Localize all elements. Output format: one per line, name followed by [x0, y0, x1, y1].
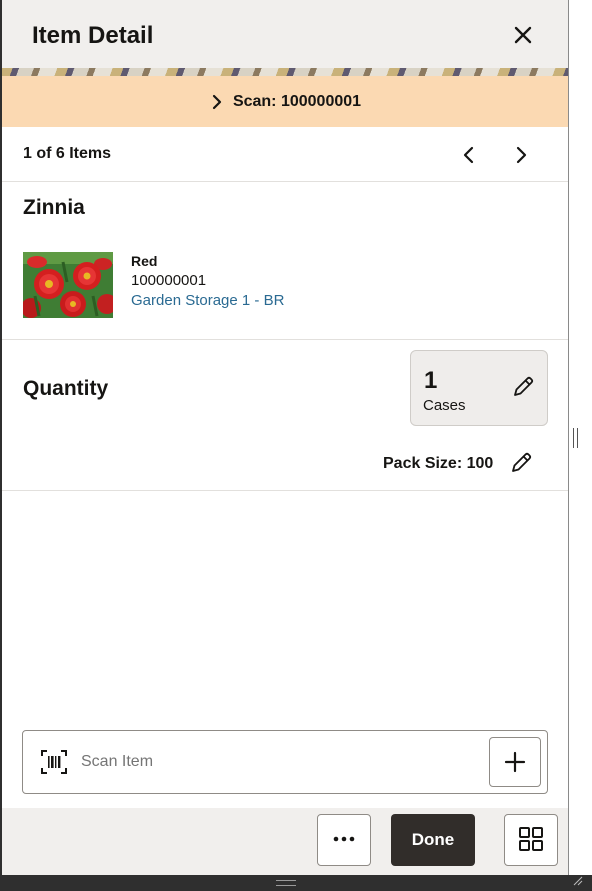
- done-button[interactable]: Done: [391, 814, 475, 866]
- item-variant: Red: [131, 253, 158, 269]
- item-name: Zinnia: [23, 196, 85, 219]
- quantity-value: 1: [424, 367, 438, 394]
- barcode-scan-icon: [41, 750, 67, 774]
- close-button[interactable]: [508, 20, 538, 50]
- pencil-icon: [512, 452, 532, 472]
- page-title: Item Detail: [32, 22, 154, 49]
- add-item-button[interactable]: [489, 737, 541, 787]
- quantity-edit-button[interactable]: 1 Cases: [410, 350, 548, 426]
- scan-item-input[interactable]: [81, 750, 461, 774]
- chevron-right-icon: [516, 146, 527, 164]
- header-pattern: [2, 68, 568, 76]
- splitter-handle[interactable]: [573, 428, 578, 448]
- more-actions-button[interactable]: [317, 814, 371, 866]
- item-count: 1 of 6 Items: [23, 145, 112, 162]
- previous-item-button[interactable]: [456, 142, 482, 168]
- item-navigation: 1 of 6 Items: [2, 127, 568, 182]
- resize-corner-icon[interactable]: [571, 874, 583, 886]
- flower-image: [23, 252, 113, 318]
- chevron-right-icon: [212, 94, 222, 109]
- divider: [2, 490, 568, 491]
- quantity-unit: Cases: [423, 397, 466, 414]
- scan-item-field: [22, 730, 548, 794]
- scan-banner-label: Scan: 100000001: [232, 92, 362, 110]
- footer-toolbar: Done: [2, 808, 568, 875]
- chevron-left-icon: [463, 146, 474, 164]
- pencil-icon: [514, 376, 534, 396]
- quantity-label: Quantity: [23, 377, 109, 400]
- pack-size-edit-button[interactable]: [507, 449, 535, 477]
- close-icon: [514, 26, 532, 44]
- plus-icon: [504, 751, 526, 773]
- next-item-button[interactable]: [508, 142, 534, 168]
- more-icon: [333, 836, 355, 842]
- scan-banner[interactable]: Scan: 100000001: [2, 76, 568, 127]
- divider: [2, 339, 568, 340]
- pack-size: Pack Size: 100: [383, 455, 494, 472]
- grid-view-button[interactable]: [504, 814, 558, 866]
- item-image[interactable]: [23, 252, 113, 318]
- item-location-link[interactable]: Garden Storage 1 - BR: [131, 292, 284, 309]
- header: Item Detail: [2, 0, 568, 68]
- item-detail-panel: Item Detail Scan: 100000001 1 of 6 Items: [2, 0, 568, 875]
- item-code: 100000001: [131, 272, 207, 289]
- grid-icon: [519, 827, 543, 851]
- window-right-gutter: [568, 0, 592, 891]
- window-bottom-bar: [0, 875, 592, 891]
- window-frame: Item Detail Scan: 100000001 1 of 6 Items: [0, 0, 592, 891]
- bottom-resize-handle[interactable]: [276, 880, 296, 886]
